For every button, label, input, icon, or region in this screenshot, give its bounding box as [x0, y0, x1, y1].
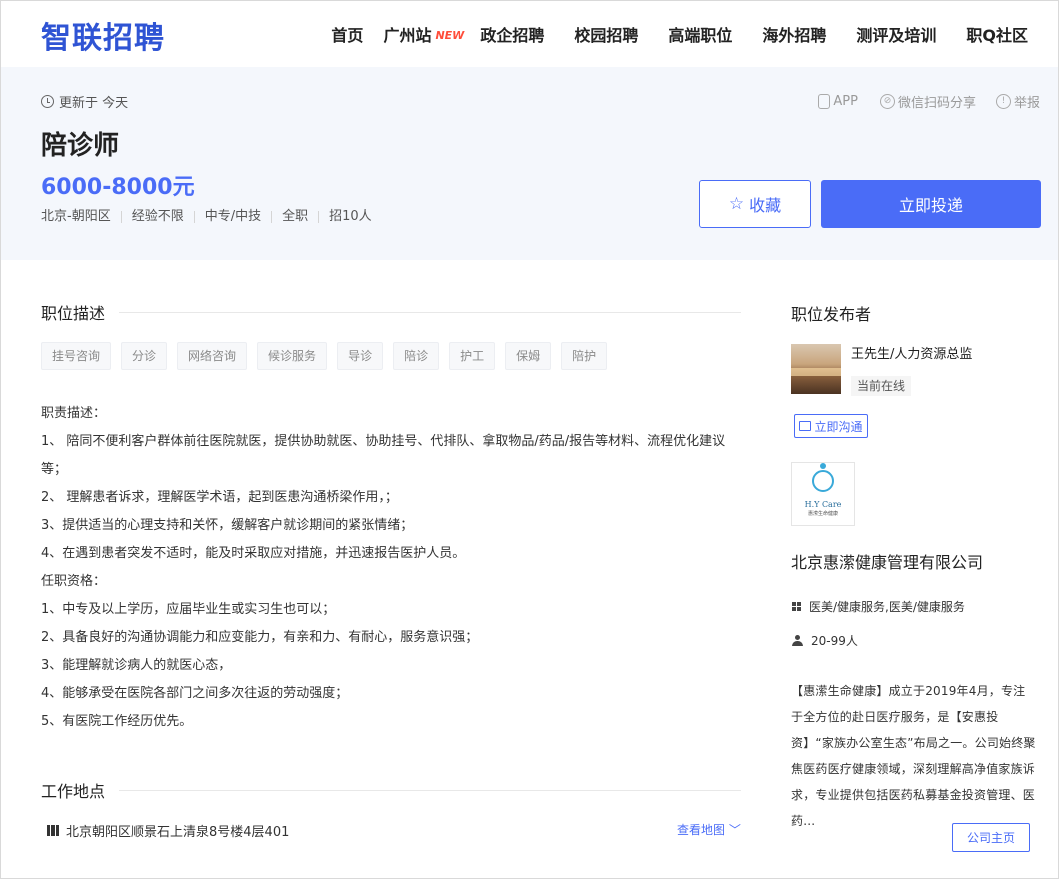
- desc-line: 2、具备良好的沟通协调能力和应变能力，有亲和力、有耐心，服务意识强；: [41, 630, 479, 645]
- tag: 挂号咨询: [41, 342, 112, 370]
- nav-guangzhou[interactable]: 广州站 NEW: [383, 22, 464, 46]
- meta-location: 北京-朝阳区: [41, 209, 111, 224]
- company-size: 20-99人: [792, 632, 858, 649]
- recruiter-name: 王先生/人力资源总监: [851, 347, 973, 362]
- nav-community[interactable]: 职Q社区: [966, 22, 1028, 46]
- app-link[interactable]: APP: [818, 92, 858, 111]
- desc-line: 4、在遇到患者突发不适时，能及时采取应对措施，并迅速报告医护人员。: [41, 546, 466, 561]
- nav-campus[interactable]: 校园招聘: [574, 22, 638, 46]
- main-nav: 首页 广州站 NEW 政企招聘 校园招聘 高端职位 海外招聘 测评及培训 职Q社区: [331, 1, 1028, 67]
- building-icon: [47, 825, 59, 836]
- work-address: 北京朝阳区顺景石上清泉8号楼4层401: [47, 821, 289, 840]
- tag: 陪诊: [393, 342, 440, 370]
- job-summary: 更新于 今天 APP ⊘ 微信扫码分享 ! 举报 陪诊师 6000-8000元 …: [1, 67, 1058, 260]
- divider: [119, 311, 741, 313]
- clock-icon: [41, 95, 54, 108]
- avatar: [791, 344, 841, 394]
- update-time: 更新于 今天: [41, 92, 128, 111]
- location-heading: 工作地点: [41, 778, 741, 802]
- salary: 6000-8000元: [41, 175, 195, 200]
- job-title: 陪诊师: [41, 131, 120, 161]
- industry-icon: [792, 602, 801, 611]
- wechat-share-link[interactable]: ⊘ 微信扫码分享: [879, 92, 976, 111]
- alert-icon: !: [995, 94, 1011, 109]
- company-logo[interactable]: H.Y Care 惠潆生命健康: [791, 462, 855, 526]
- apply-button[interactable]: 立即投递: [821, 180, 1041, 228]
- star-icon: ☆: [728, 193, 745, 214]
- meta-headcount: 招10人: [318, 210, 382, 223]
- nav-senior[interactable]: 高端职位: [668, 22, 732, 46]
- company-description: 【惠潆生命健康】成立于2019年4月，专注于全方位的赴日医疗服务，是【安惠投资】…: [791, 684, 1036, 828]
- tag: 保姆: [505, 342, 552, 370]
- desc-line: 1、 陪同不便利客户群体前往医院就医，提供协助就医、协助挂号、代排队、拿取物品/…: [41, 434, 726, 477]
- job-tools: APP ⊘ 微信扫码分享 ! 举报: [796, 92, 1040, 111]
- job-meta: 北京-朝阳区 经验不限 中专/中技 全职 招10人: [41, 209, 382, 224]
- tag: 护工: [449, 342, 496, 370]
- desc-line: 3、能理解就诊病人的就医心态，: [41, 658, 232, 673]
- meta-experience: 经验不限: [120, 210, 194, 223]
- desc-line: 职责描述：: [41, 406, 107, 421]
- nav-government[interactable]: 政企招聘: [480, 22, 544, 46]
- tag: 候诊服务: [257, 342, 328, 370]
- publisher-heading: 职位发布者: [791, 305, 872, 324]
- nav-home[interactable]: 首页: [331, 22, 363, 46]
- desc-line: 5、有医院工作经历优先。: [41, 714, 193, 729]
- chat-icon: [799, 421, 812, 431]
- tag: 陪护: [561, 342, 608, 370]
- new-badge: NEW: [435, 29, 465, 42]
- view-map-link[interactable]: 查看地图 ﹀: [677, 821, 741, 838]
- description-heading: 职位描述: [41, 300, 741, 324]
- job-description: 职责描述： 1、 陪同不便利客户群体前往医院就医，提供协助就医、协助挂号、代排队…: [41, 400, 745, 736]
- person-icon: [792, 635, 803, 646]
- desc-line: 4、能够承受在医院各部门之间多次往返的劳动强度；: [41, 686, 349, 701]
- top-header: 智联招聘 首页 广州站 NEW 政企招聘 校园招聘 高端职位 海外招聘 测评及培训…: [1, 1, 1058, 67]
- company-name[interactable]: 北京惠潆健康管理有限公司: [791, 549, 983, 573]
- tag: 网络咨询: [177, 342, 248, 370]
- divider: [119, 789, 741, 791]
- chat-button[interactable]: 立即沟通: [794, 414, 868, 438]
- desc-line: 2、 理解患者诉求，理解医学术语，起到医患沟通桥梁作用，；: [41, 490, 398, 505]
- phone-icon: [818, 94, 831, 109]
- skill-tags: 挂号咨询 分诊 网络咨询 候诊服务 导诊 陪诊 护工 保姆 陪护: [41, 342, 617, 370]
- meta-education: 中专/中技: [193, 210, 271, 223]
- report-link[interactable]: ! 举报: [995, 92, 1040, 111]
- nav-assessment[interactable]: 测评及培训: [856, 22, 936, 46]
- site-logo[interactable]: 智联招聘: [41, 13, 165, 57]
- desc-line: 3、提供适当的心理支持和关怀，缓解客户就诊期间的紧张情绪；: [41, 518, 414, 533]
- online-status: 当前在线: [851, 376, 912, 396]
- desc-line: 任职资格：: [41, 574, 107, 589]
- meta-type: 全职: [271, 210, 318, 223]
- nav-overseas[interactable]: 海外招聘: [762, 22, 826, 46]
- company-industry: 医美/健康服务,医美/健康服务: [792, 598, 965, 615]
- share-icon: ⊘: [879, 94, 895, 109]
- company-home-button[interactable]: 公司主页: [952, 823, 1030, 852]
- tag: 分诊: [121, 342, 168, 370]
- favorite-button[interactable]: ☆ 收藏: [699, 180, 811, 228]
- tag: 导诊: [337, 342, 384, 370]
- company-logo-mark: [812, 463, 834, 492]
- desc-line: 1、中专及以上学历，应届毕业生或实习生也可以；: [41, 602, 336, 617]
